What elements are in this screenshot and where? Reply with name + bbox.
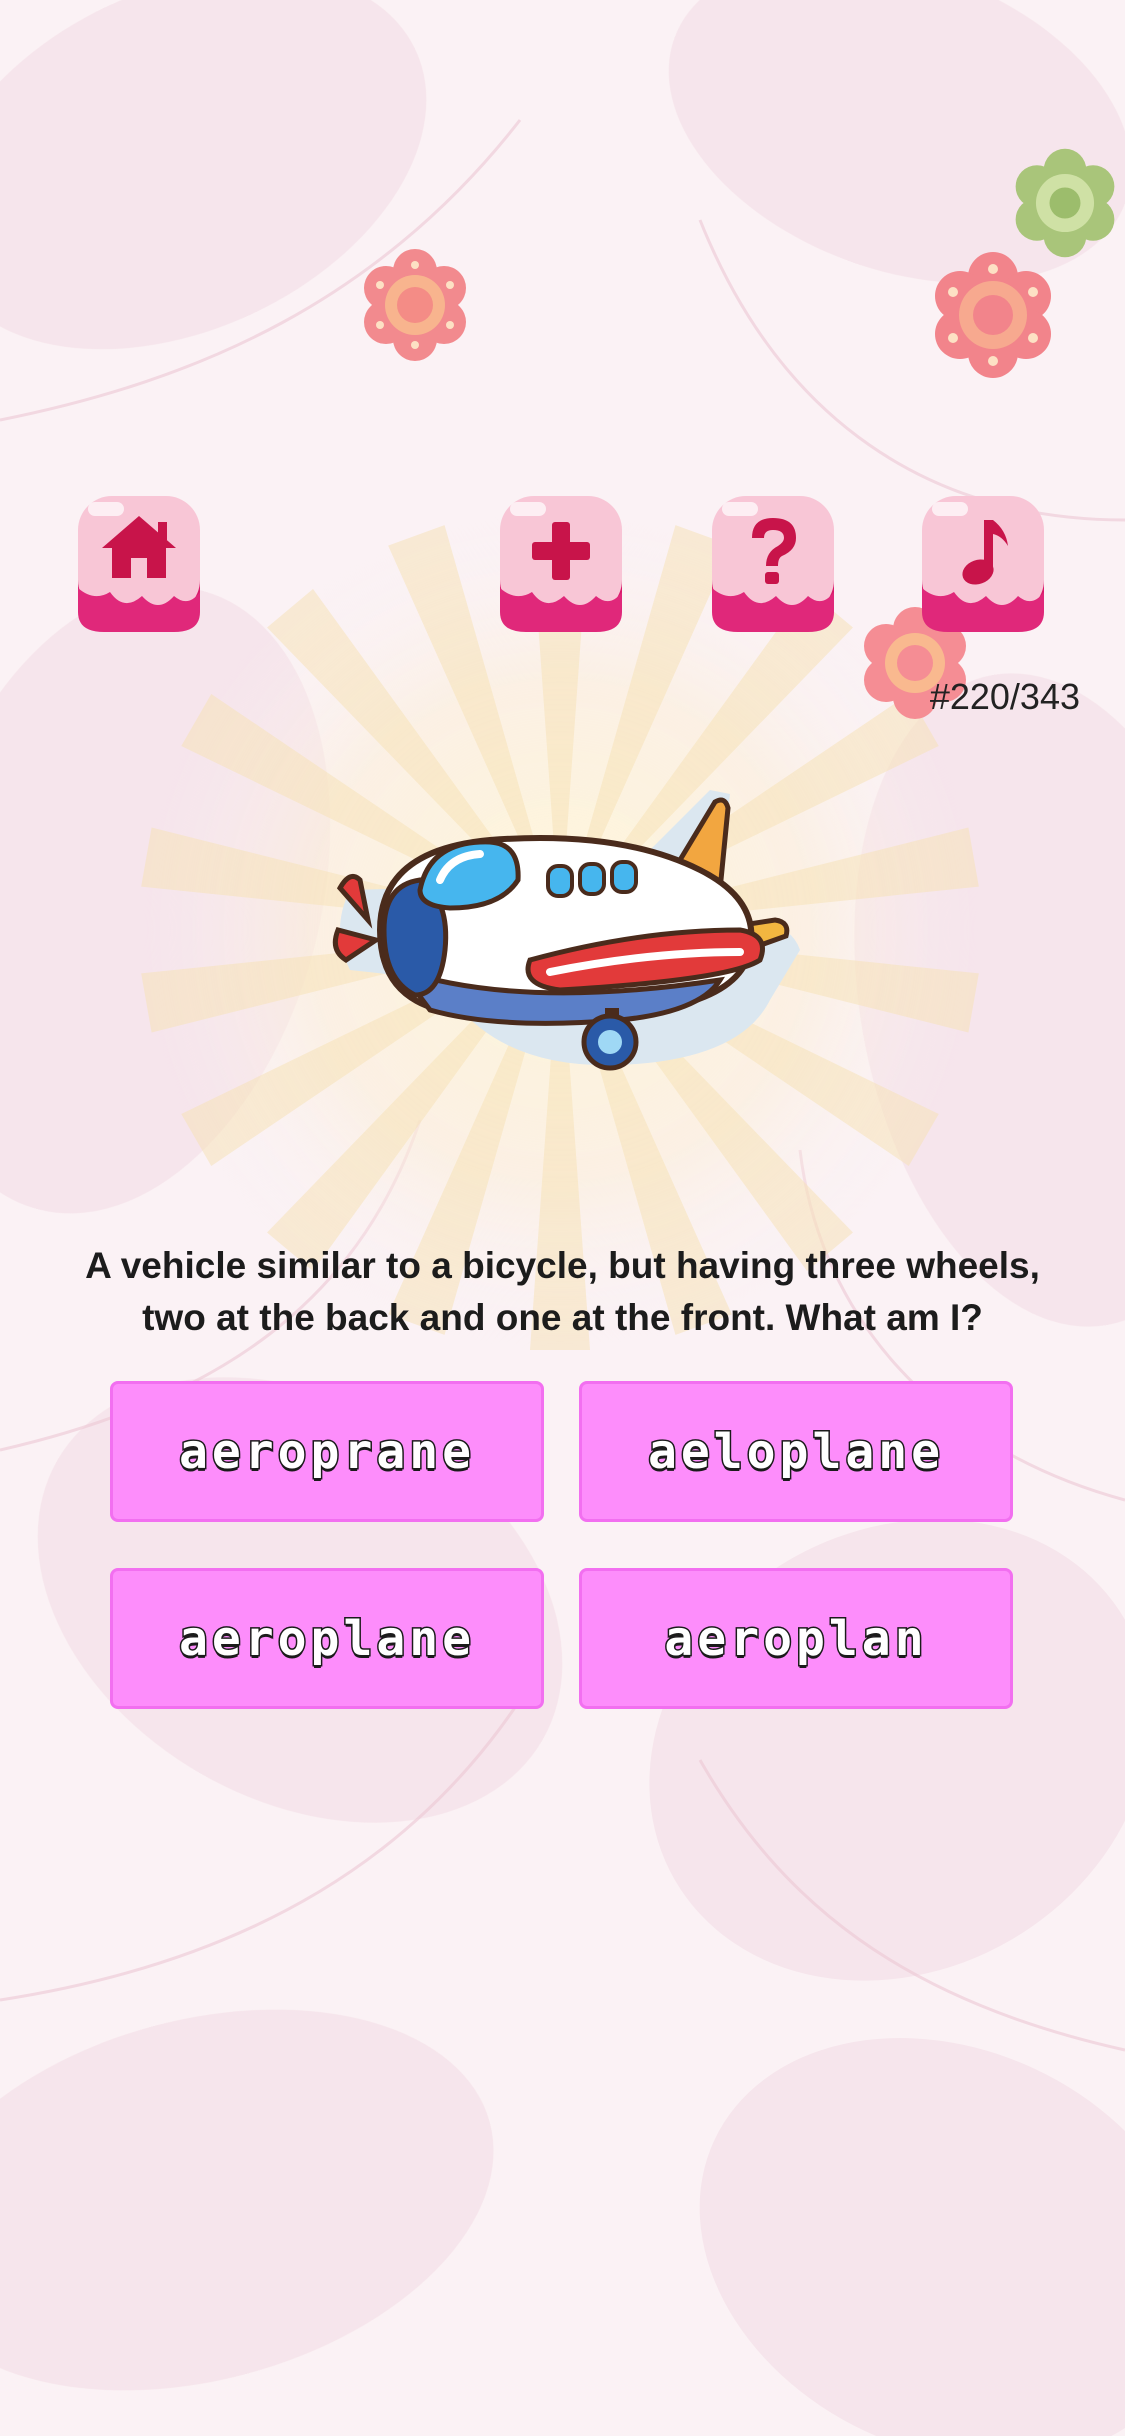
level-counter: #220/343 xyxy=(929,676,1080,717)
answer-button-2[interactable]: aeloplane xyxy=(579,1381,1013,1522)
answer-label: aeloplane xyxy=(646,1422,945,1481)
question-line-1: A vehicle similar to a bicycle, but havi… xyxy=(85,1245,1040,1286)
answer-label: aeroplan xyxy=(663,1609,928,1668)
home-button[interactable] xyxy=(74,492,204,638)
music-button[interactable] xyxy=(918,492,1048,638)
question-text: A vehicle similar to a bicycle, but havi… xyxy=(20,1240,1105,1344)
answer-button-4[interactable]: aeroplan xyxy=(579,1568,1013,1709)
answer-button-1[interactable]: aeroprane xyxy=(110,1381,544,1522)
aeroplane-illustration xyxy=(332,790,800,1071)
answer-button-3[interactable]: aeroplane xyxy=(110,1568,544,1709)
answer-label: aeroplane xyxy=(177,1609,476,1668)
answer-label: aeroprane xyxy=(177,1422,476,1481)
question-line-2: two at the back and one at the front. Wh… xyxy=(142,1297,983,1338)
flower-decoration-icon xyxy=(364,249,466,361)
flower-decoration-icon xyxy=(935,252,1051,378)
add-button[interactable] xyxy=(496,492,626,638)
help-button[interactable] xyxy=(708,492,838,638)
